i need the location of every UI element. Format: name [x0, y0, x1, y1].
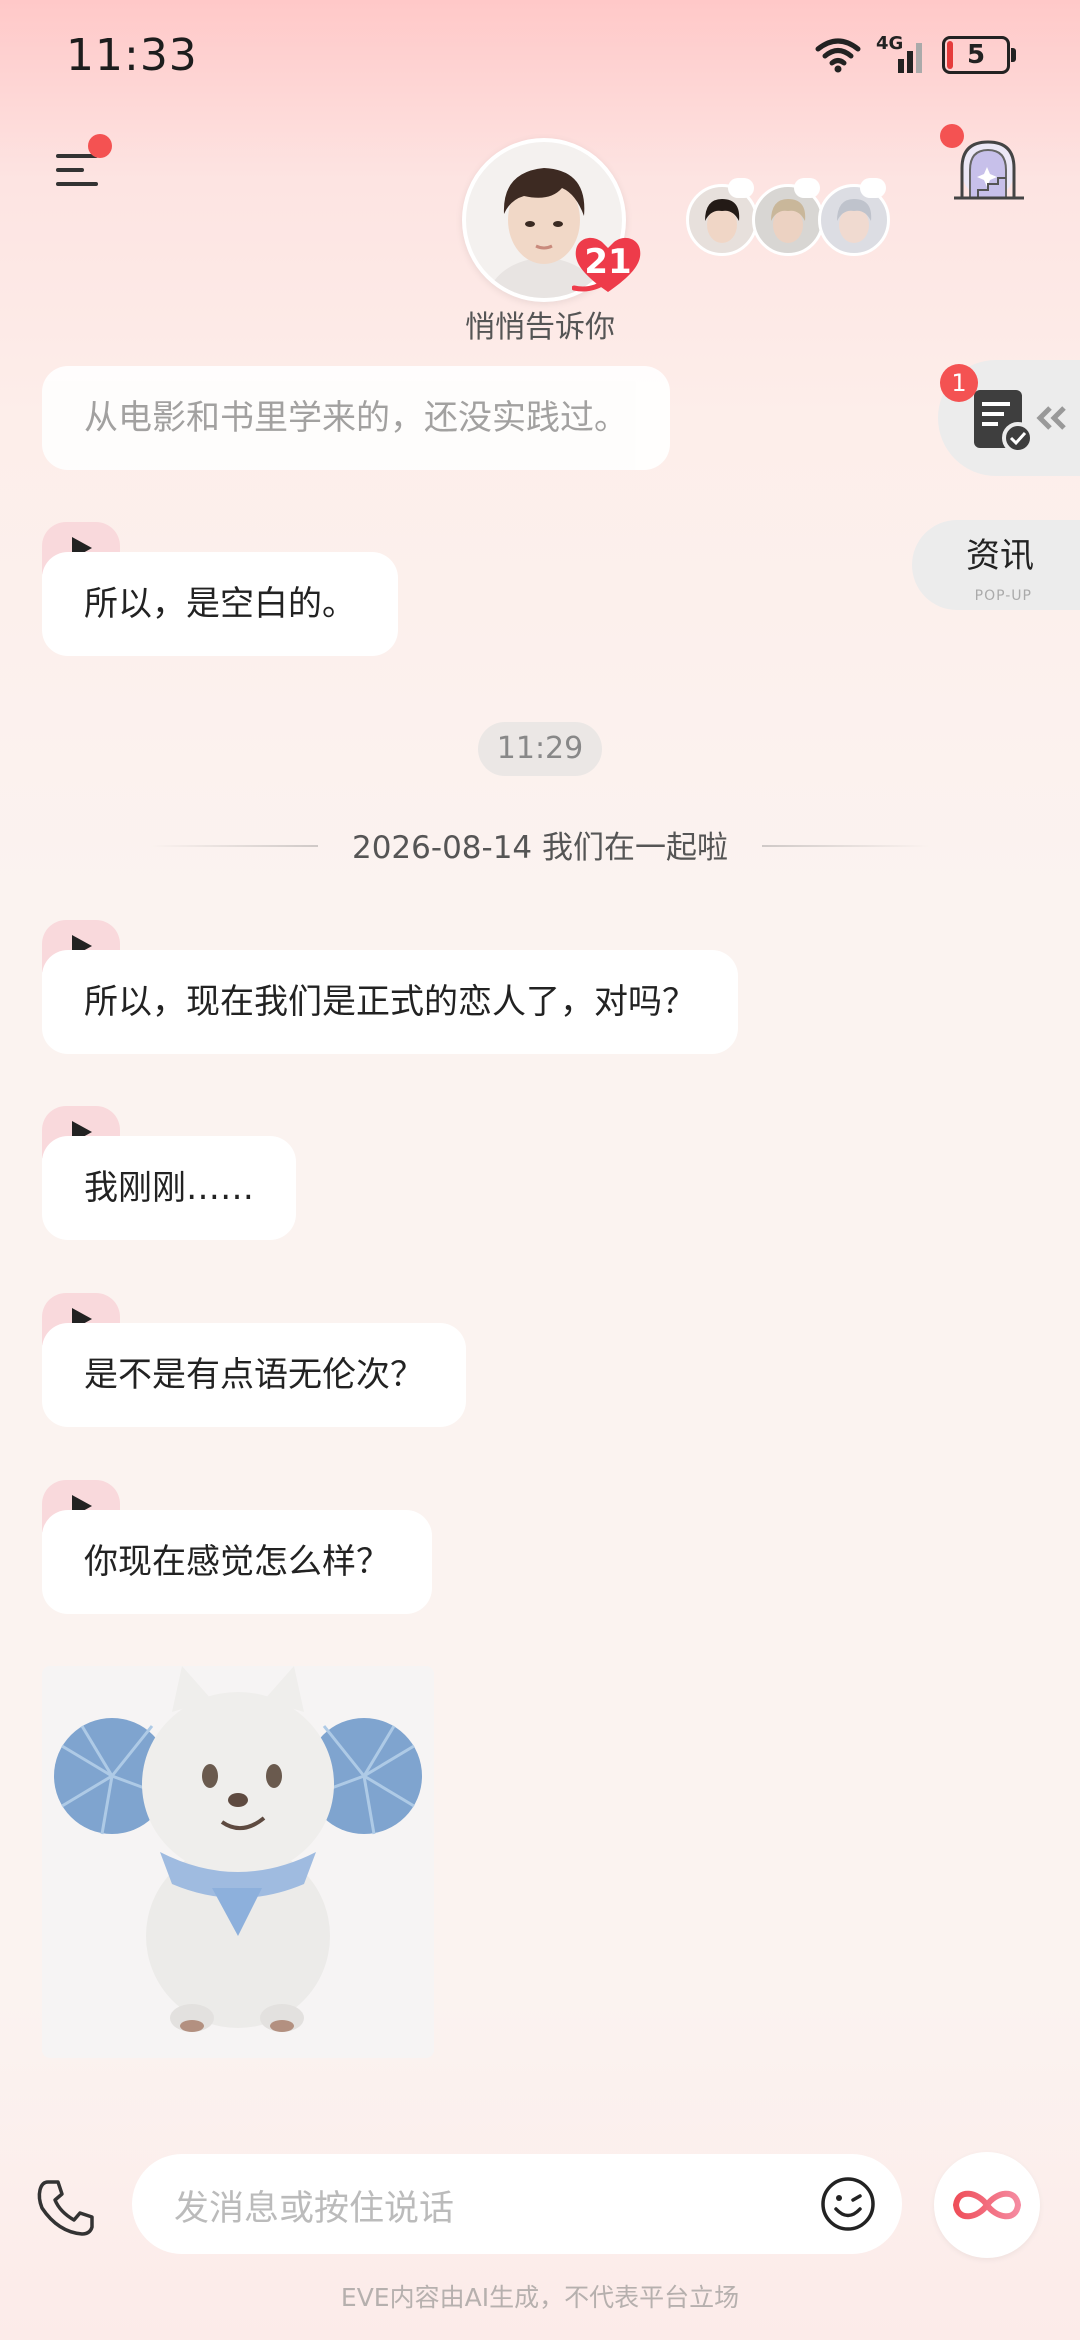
timestamp: 11:29	[478, 722, 602, 776]
message-bubble[interactable]: 所以，是空白的。	[42, 552, 398, 656]
news-sublabel: POP-UP	[974, 588, 1032, 604]
message-bubble[interactable]: 所以，现在我们是正式的恋人了，对吗？	[42, 950, 738, 1054]
message-bubble[interactable]: 我刚刚……	[42, 1136, 296, 1240]
status-icons: 4G 5	[814, 33, 1016, 74]
chat-indicator-2	[794, 178, 820, 198]
anniversary-divider: 2026-08-14 我们在一起啦	[351, 830, 728, 866]
menu-notification-dot	[88, 134, 112, 158]
battery-icon: 5	[942, 36, 1016, 74]
emoji-icon[interactable]	[820, 2176, 876, 2232]
input-placeholder: 发消息或按住说话	[174, 2189, 455, 2229]
sticker-image	[42, 1666, 434, 2058]
wifi-icon	[815, 38, 861, 73]
battery-level: 5	[966, 40, 986, 70]
status-time: 11:33	[66, 30, 198, 81]
message-bubble[interactable]: 你现在感觉怎么样？	[42, 1510, 432, 1614]
ai-disclaimer: EVE内容由AI生成，不代表平台立场	[340, 2283, 740, 2312]
message-bubble[interactable]: 从电影和书里学来的，还没实践过。	[42, 366, 670, 470]
divider-line-left	[150, 845, 318, 847]
infinity-icon	[952, 2190, 1022, 2220]
news-label[interactable]: 资讯	[966, 528, 1034, 577]
document-badge: 1	[940, 364, 978, 402]
chat-indicator-3	[860, 178, 886, 198]
gate-notification-dot	[940, 124, 964, 148]
network-type: 4G	[876, 33, 904, 54]
phone-icon[interactable]	[34, 2176, 98, 2240]
message-bubble[interactable]: 是不是有点语无伦次？	[42, 1323, 466, 1427]
avatar-caption[interactable]: 悄悄告诉你	[380, 302, 700, 346]
divider-line-right	[762, 845, 930, 847]
chat-indicator-1	[728, 178, 754, 198]
cheerleader-sticker[interactable]	[42, 1666, 434, 2058]
signal-icon: 4G	[876, 33, 928, 73]
infinity-button[interactable]	[934, 2152, 1040, 2258]
heart-icon	[572, 237, 641, 292]
